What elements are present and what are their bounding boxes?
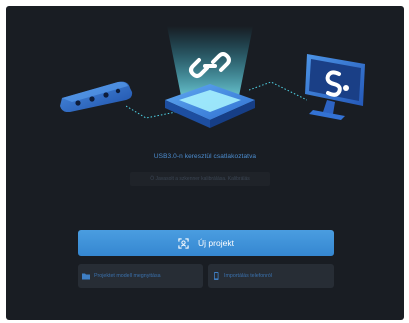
open-project-label: Projektet modell megnyitása — [94, 273, 161, 279]
open-project-button[interactable]: Projektet modell megnyitása — [78, 264, 203, 288]
connection-status: USB3.0-n keresztül csatlakoztatva — [153, 153, 257, 160]
import-phone-button[interactable]: Importálás telefonról — [208, 264, 334, 288]
scanner-device-icon — [60, 81, 133, 112]
connection-illustration — [6, 6, 404, 146]
import-phone-label: Importálás telefonról — [224, 273, 272, 279]
phone-icon — [214, 272, 219, 280]
usb-hub-icon — [165, 26, 255, 128]
monitor-icon — [305, 54, 365, 120]
folder-icon — [82, 273, 90, 280]
new-project-label: Új projekt — [198, 238, 234, 248]
calibration-hint-link[interactable]: Ö Javasolt a szkenner kalibrálása. Kalib… — [130, 172, 270, 186]
scan-frame-icon — [178, 237, 189, 249]
app-window: USB3.0-n keresztül csatlakoztatva Ö Java… — [6, 6, 404, 320]
new-project-button[interactable]: Új projekt — [78, 230, 334, 256]
